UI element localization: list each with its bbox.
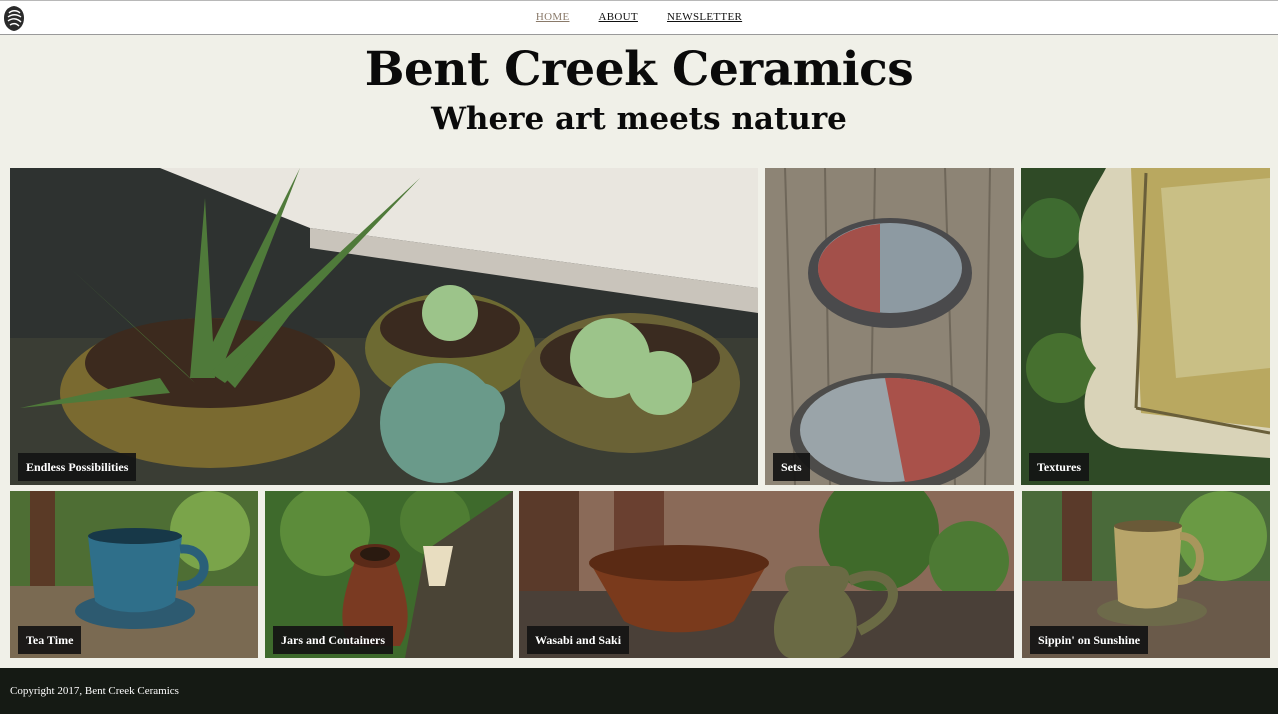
site-subtitle: Where art meets nature: [431, 101, 847, 137]
site-footer: Copyright 2017, Bent Creek Ceramics: [0, 668, 1278, 714]
copyright-text: Copyright 2017, Bent Creek Ceramics: [10, 685, 179, 697]
tile-caption: Textures: [1029, 453, 1090, 481]
nav-about-link[interactable]: ABOUT: [599, 11, 638, 23]
gallery-tile-textures[interactable]: Textures: [1021, 168, 1270, 485]
main-nav: HOME ABOUT NEWSLETTER: [0, 11, 1278, 23]
gallery-tile-jars[interactable]: Jars and Containers: [265, 491, 513, 658]
platter-photo: [1021, 168, 1270, 485]
nav-newsletter-link[interactable]: NEWSLETTER: [667, 11, 742, 23]
tile-caption: Endless Possibilities: [18, 453, 137, 481]
tile-caption: Jars and Containers: [273, 626, 394, 654]
gallery-tile-sets[interactable]: Sets: [765, 168, 1014, 485]
tile-caption: Sets: [773, 453, 810, 481]
gallery-tile-tea-time[interactable]: Tea Time: [10, 491, 258, 658]
tile-caption: Wasabi and Saki: [527, 626, 630, 654]
hero-header: Bent Creek Ceramics Where art meets natu…: [0, 40, 1278, 138]
gallery-tile-endless-possibilities[interactable]: Endless Possibilities: [10, 168, 758, 485]
top-navbar: HOME ABOUT NEWSLETTER: [0, 0, 1278, 35]
succulents-photo: [10, 168, 758, 485]
tile-caption: Sippin' on Sunshine: [1030, 626, 1149, 654]
gallery-tile-sippin[interactable]: Sippin' on Sunshine: [1022, 491, 1270, 658]
site-title: Bent Creek Ceramics: [364, 42, 914, 97]
nav-home-link[interactable]: HOME: [536, 11, 570, 23]
gallery-tile-wasabi[interactable]: Wasabi and Saki: [519, 491, 1014, 658]
tile-caption: Tea Time: [18, 626, 82, 654]
bowls-photo: [765, 168, 1014, 485]
